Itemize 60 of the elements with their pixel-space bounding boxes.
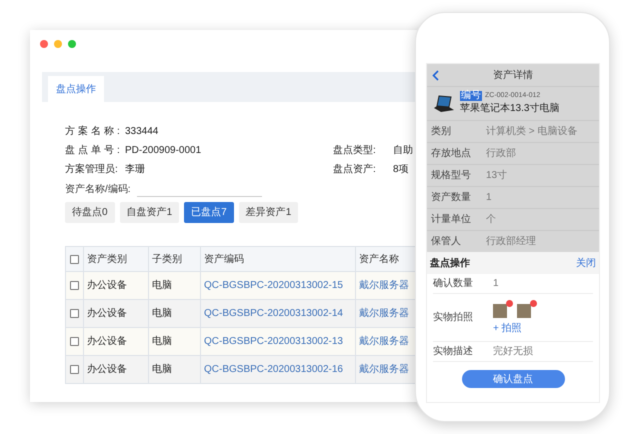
checkbox[interactable] (70, 365, 79, 374)
detail-label: 资产数量 (431, 190, 472, 205)
field-label: 盘点资产: (333, 162, 377, 177)
detail-label: 计量单位 (431, 212, 472, 227)
field-value: PD-200909-0001 (125, 144, 202, 158)
photo-placeholder (517, 304, 531, 318)
checkbox[interactable] (70, 309, 79, 318)
detail-value: 13寸 (486, 168, 508, 183)
detail-label: 类别 (431, 124, 452, 139)
column-header[interactable]: 资产编码 (204, 254, 244, 264)
table-cell: 电脑 (152, 364, 172, 375)
sheet-label: 实物拍照 (433, 310, 474, 325)
asset-name: 苹果笔记本13.3寸电脑 (460, 102, 560, 116)
detail-value: 计算机类 > 电脑设备 (486, 124, 578, 139)
sheet-title: 盘点操作 (430, 256, 470, 270)
table-cell: 办公设备 (87, 364, 127, 375)
table-cell: 电脑 (152, 336, 172, 347)
confirm-button[interactable]: 确认盘点 (462, 370, 564, 388)
close-link[interactable]: 关闭 (576, 256, 596, 270)
back-icon[interactable] (432, 70, 439, 80)
filter-tab[interactable]: 差异资产1 (238, 202, 298, 223)
sheet-value: 1 (493, 277, 499, 291)
screen-title: 资产详情 (492, 68, 534, 82)
detail-label: 规格型号 (431, 168, 472, 183)
sheet-label: 实物描述 (433, 344, 474, 359)
table-cell: 电脑 (152, 308, 172, 319)
sheet-value: 完好无损 (493, 344, 533, 359)
field-label: 方案名称: (65, 124, 124, 139)
detail-value: 个 (486, 213, 496, 227)
field-value: 333444 (125, 125, 158, 139)
table-cell: 电脑 (152, 280, 172, 291)
field-value: 8项 (393, 163, 409, 177)
detail-value: 1 (486, 191, 492, 205)
field-label: 盘点单号: (65, 144, 124, 158)
sheet-label: 确认数量 (433, 277, 474, 291)
remove-icon[interactable] (530, 300, 537, 306)
laptop-icon (433, 94, 455, 112)
checkbox[interactable] (70, 281, 79, 290)
table-cell: 办公设备 (87, 336, 127, 347)
detail-label: 保管人 (431, 235, 462, 249)
field-label: 方案管理员: (65, 162, 119, 177)
table-cell: 办公设备 (87, 280, 127, 291)
filter-tab[interactable]: 已盘点7 (184, 202, 234, 223)
field-label: 盘点类型: (333, 144, 377, 158)
table-cell: 办公设备 (87, 308, 127, 319)
filter-tab[interactable]: 待盘点0 (65, 202, 115, 223)
take-photo-link[interactable]: + 拍照 (493, 320, 535, 336)
search-label: 资产名称/编码: (65, 182, 132, 197)
detail-label: 存放地点 (431, 146, 472, 161)
field-value: 自助 (393, 144, 413, 158)
tab[interactable]: 盘点操作 (48, 76, 104, 102)
detail-value: 行政部 (486, 146, 516, 161)
remove-icon[interactable] (506, 300, 513, 306)
field-value: 李珊 (125, 162, 145, 177)
checkbox[interactable] (70, 337, 79, 346)
checkbox[interactable] (70, 254, 79, 264)
filter-tab[interactable]: 自盘资产1 (120, 202, 180, 223)
code-badge: 编号 (460, 91, 482, 101)
photo-placeholder (493, 304, 507, 318)
detail-value: 行政部经理 (486, 234, 536, 249)
